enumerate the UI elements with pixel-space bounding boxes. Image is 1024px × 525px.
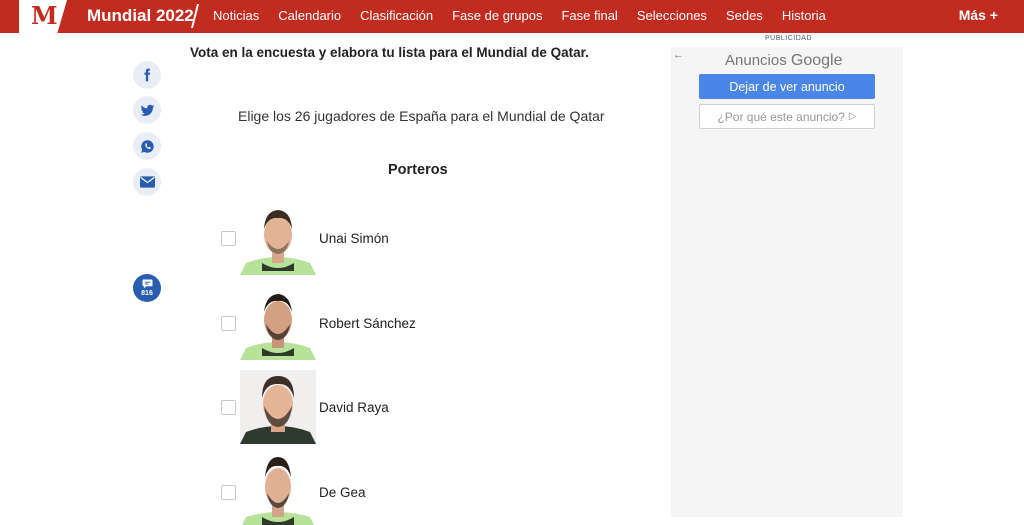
section-heading-porteros: Porteros: [388, 162, 448, 178]
player-checkbox[interactable]: [221, 485, 236, 500]
mail-icon: [139, 176, 155, 188]
player-name[interactable]: De Gea: [319, 485, 366, 500]
player-checkbox[interactable]: [221, 400, 236, 415]
section-brand-title[interactable]: Mundial 2022: [87, 6, 194, 26]
why-this-ad-label: ¿Por qué este anuncio?: [717, 109, 845, 124]
player-row: Unai Simón: [221, 201, 521, 281]
poll-subtitle: Elige los 26 jugadores de España para el…: [238, 108, 605, 124]
player-row: Robert Sánchez: [221, 286, 521, 366]
whatsapp-icon: [140, 139, 154, 153]
share-facebook-button[interactable]: [133, 61, 161, 89]
share-email-button[interactable]: [133, 168, 161, 196]
player-row: De Gea: [221, 455, 521, 525]
nav-item-clasificacion[interactable]: Clasificación: [360, 8, 433, 24]
player-photo: [240, 286, 316, 360]
top-navbar: M Mundial 2022 Noticias Calendario Clasi…: [0, 0, 1024, 33]
player-checkbox[interactable]: [221, 231, 236, 246]
comments-count: 816: [141, 289, 153, 297]
nav-item-fase-final[interactable]: Fase final: [561, 8, 617, 24]
nav-item-calendario[interactable]: Calendario: [278, 8, 341, 24]
ad-title: Anuncios Google: [725, 52, 842, 70]
player-checkbox[interactable]: [221, 316, 236, 331]
why-this-ad-button[interactable]: ¿Por qué este anuncio? ▷: [699, 104, 875, 129]
ad-label: PUBLICIDAD: [765, 35, 813, 42]
ad-title-prefix: Anuncios: [725, 52, 787, 69]
player-photo: [240, 201, 316, 275]
player-photo: [240, 455, 316, 525]
google-wordmark: Google: [790, 52, 843, 69]
facebook-icon: [144, 68, 151, 82]
player-name[interactable]: Robert Sánchez: [319, 316, 416, 331]
player-name[interactable]: Unai Simón: [319, 231, 389, 246]
stop-seeing-ad-button[interactable]: Dejar de ver anuncio: [699, 74, 875, 99]
twitter-icon: [140, 104, 154, 116]
share-whatsapp-button[interactable]: [133, 132, 161, 160]
comment-icon: [142, 278, 152, 289]
comments-button[interactable]: 816: [133, 274, 161, 302]
back-arrow-icon[interactable]: ←: [673, 49, 684, 61]
nav-item-selecciones[interactable]: Selecciones: [637, 8, 707, 24]
player-name[interactable]: David Raya: [319, 400, 389, 415]
nav-item-fase-de-grupos[interactable]: Fase de grupos: [452, 8, 542, 24]
logo-letter: M: [31, 1, 58, 30]
main-nav: Noticias Calendario Clasificación Fase d…: [213, 8, 845, 24]
player-row: David Raya: [221, 370, 521, 450]
more-menu-button[interactable]: Más +: [959, 7, 998, 24]
nav-item-noticias[interactable]: Noticias: [213, 8, 259, 24]
player-photo: [240, 370, 316, 444]
nav-item-historia[interactable]: Historia: [782, 8, 826, 24]
article-intro: Vota en la encuesta y elabora tu lista p…: [190, 45, 589, 60]
marca-logo[interactable]: M: [19, 0, 67, 33]
nav-item-sedes[interactable]: Sedes: [726, 8, 763, 24]
adchoices-icon: ▷: [848, 111, 857, 122]
share-twitter-button[interactable]: [133, 96, 161, 124]
